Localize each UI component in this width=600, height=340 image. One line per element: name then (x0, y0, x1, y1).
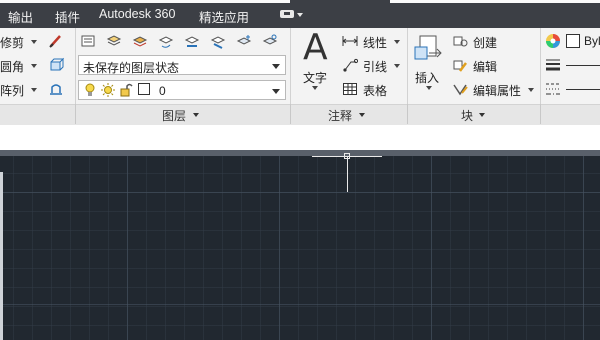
viewport-left-edge (0, 172, 3, 340)
fillet-dropdown-icon[interactable] (31, 64, 37, 68)
layer-unisolate-icon[interactable] (210, 33, 226, 49)
edit-block-icon[interactable] (452, 57, 468, 73)
annotation-panel-title[interactable]: 注释 (328, 107, 352, 124)
lightbulb-icon[interactable] (82, 82, 98, 98)
block-panel-title[interactable]: 块 (461, 107, 473, 124)
block-panel-expand-icon[interactable] (479, 113, 485, 117)
title-separator (407, 104, 408, 124)
create-block-icon[interactable] (452, 33, 468, 49)
edit-attributes-icon[interactable] (452, 81, 468, 97)
leader-button[interactable]: 引线 (363, 58, 387, 75)
menu-autodesk-360[interactable]: Autodesk 360 (99, 7, 175, 21)
create-block-button[interactable]: 创建 (473, 34, 497, 51)
edit-attributes-button[interactable]: 编辑属性 (473, 82, 521, 99)
menu-output[interactable]: 输出 (8, 7, 33, 26)
crosshair-pickbox (344, 153, 350, 159)
panel-title-bar (0, 104, 600, 125)
align-icon[interactable] (48, 81, 64, 97)
array-dropdown-icon[interactable] (31, 88, 37, 92)
unlock-icon[interactable] (118, 82, 134, 98)
menu-bar: 输出 插件 Autodesk 360 精选应用 (0, 0, 600, 28)
linetype-select[interactable] (566, 89, 600, 90)
insert-dropdown-icon[interactable] (426, 86, 432, 90)
edit-block-button[interactable]: 编辑 (473, 58, 497, 75)
layer-previous-icon[interactable] (158, 33, 174, 49)
layer-isolate-icon[interactable] (184, 33, 200, 49)
sun-icon[interactable] (100, 82, 116, 98)
table-icon[interactable] (342, 81, 358, 97)
insert-block-icon[interactable] (413, 33, 443, 65)
menu-bar-top-highlight-right (390, 0, 600, 3)
layer-freeze-icon[interactable] (236, 33, 252, 49)
layer-state-select[interactable]: 未保存的图层状态 (78, 55, 286, 75)
object-color-value[interactable]: Byl (584, 34, 600, 48)
edit-attributes-dropdown-icon[interactable] (528, 88, 534, 92)
drawing-canvas[interactable] (0, 150, 600, 340)
title-separator (540, 104, 541, 124)
leader-dropdown-icon[interactable] (394, 64, 400, 68)
linear-dropdown-icon[interactable] (394, 40, 400, 44)
layer-state-arrow-icon (272, 64, 280, 69)
array-button[interactable]: 阵列 (0, 82, 24, 99)
annotation-panel-expand-icon[interactable] (359, 113, 365, 117)
layer-select[interactable]: 0 (78, 80, 286, 100)
color-wheel-icon[interactable] (545, 33, 561, 49)
erase-brush-icon[interactable] (48, 33, 64, 49)
layer-off-icon[interactable] (262, 33, 278, 49)
linetype-icon[interactable] (545, 81, 561, 97)
layer-select-arrow-icon (272, 89, 280, 94)
table-button[interactable]: 表格 (363, 82, 387, 99)
layers-panel-title[interactable]: 图层 (162, 107, 186, 124)
ribbon-display-dropdown-icon[interactable] (297, 13, 303, 17)
layer-state-value: 未保存的图层状态 (83, 61, 180, 75)
linear-dimension-icon[interactable] (342, 33, 358, 49)
leader-icon[interactable] (342, 57, 358, 73)
menu-plugins[interactable]: 插件 (55, 7, 80, 26)
layer-properties-icon[interactable] (80, 33, 96, 49)
trim-dropdown-icon[interactable] (31, 40, 37, 44)
title-separator (290, 104, 291, 124)
layer-color-swatch (138, 83, 150, 95)
text-button-label[interactable]: 文字 (303, 69, 327, 86)
file-tab-strip (0, 150, 600, 156)
layers-panel-expand-icon[interactable] (193, 113, 199, 117)
text-large-icon[interactable]: A (303, 30, 328, 66)
insert-button-label[interactable]: 插入 (415, 69, 439, 86)
current-layer-value: 0 (159, 84, 166, 98)
menu-featured-apps[interactable]: 精选应用 (199, 7, 249, 26)
text-dropdown-icon[interactable] (312, 86, 318, 90)
crosshair-vertical (347, 156, 348, 192)
ribbon-display-toggle-dot (284, 12, 290, 15)
title-separator (75, 104, 76, 124)
linear-dimension-button[interactable]: 线性 (363, 34, 387, 51)
trim-button[interactable]: 修剪 (0, 34, 24, 51)
layer-stack-icon[interactable] (106, 33, 122, 49)
ribbon: 修剪 圆角 阵列 未保存的图层状态 0 A 文字 线性 引线 表格 插入 创建 … (0, 28, 600, 125)
3d-move-icon[interactable] (48, 57, 64, 73)
menu-bar-top-highlight (0, 0, 290, 3)
object-color-swatch[interactable] (566, 34, 580, 48)
fillet-button[interactable]: 圆角 (0, 58, 24, 75)
lineweight-icon[interactable] (545, 57, 561, 73)
layer-match-icon[interactable] (132, 33, 148, 49)
lineweight-select[interactable] (566, 65, 600, 66)
